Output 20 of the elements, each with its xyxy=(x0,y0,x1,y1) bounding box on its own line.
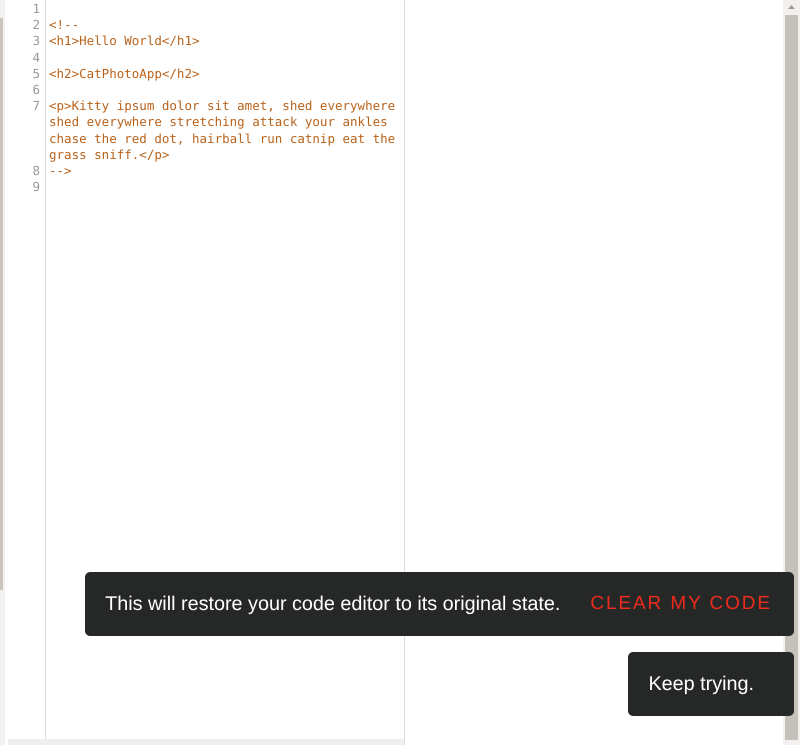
line-number: 6 xyxy=(31,82,41,98)
line-number: 9 xyxy=(31,179,41,196)
code-line: <h1>Hello World</h1> xyxy=(49,33,201,50)
code-line: <h2>CatPhotoApp</h2> xyxy=(49,66,201,82)
code-line: --> xyxy=(49,162,73,180)
toast-message: This will restore your code editor to its original state. xyxy=(105,592,560,616)
line-number: 7 xyxy=(31,98,41,116)
toast-message: Keep trying. xyxy=(648,672,754,696)
line-number: 2 xyxy=(31,17,41,34)
code-line: <!-- xyxy=(49,17,80,34)
line-number: 1 xyxy=(31,1,41,18)
scroll-up-arrow-icon[interactable] xyxy=(788,5,795,9)
line-number: 3 xyxy=(31,33,41,50)
line-number: 5 xyxy=(31,66,41,82)
scrollbar-thumb[interactable] xyxy=(0,18,3,590)
code-line: <p>Kitty ipsum dolor sit amet, shed everywhere shed everywhere stretching attack your ankles chase the red dot, hairball run catnip eat the grass sniff.</p> xyxy=(49,98,396,163)
clear-code-button[interactable]: CLEAR MY CODE xyxy=(590,593,772,615)
horizontal-scrollbar[interactable] xyxy=(8,739,404,745)
line-number: 8 xyxy=(31,162,41,180)
line-number: 4 xyxy=(31,50,41,66)
